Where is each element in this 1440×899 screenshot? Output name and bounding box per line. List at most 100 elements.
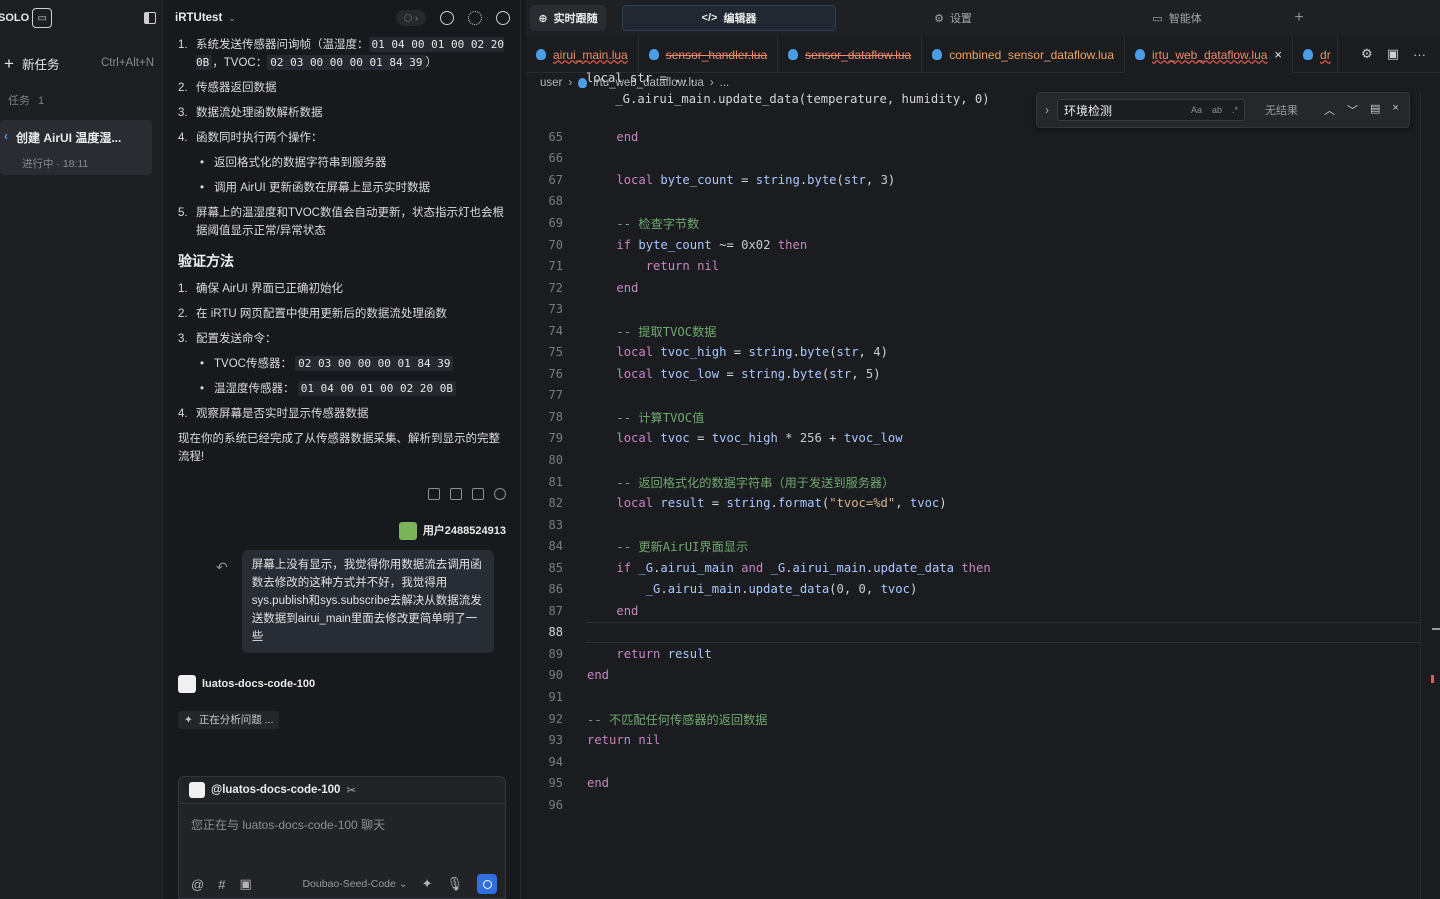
message-composer[interactable]: @luatos-docs-code-100 ✂ 您正在与 luatos-docs…	[178, 776, 506, 899]
code-line[interactable]: 79 local tvoc = tvoc_high * 256 + tvoc_l…	[526, 428, 903, 450]
history-icon[interactable]	[440, 11, 454, 25]
code-line[interactable]: 88	[526, 621, 1421, 644]
file-tab[interactable]: sensor_dataflow.lua	[778, 36, 923, 73]
code-line[interactable]: 66	[526, 148, 563, 170]
code-line[interactable]: 86 _G.airui_main.update_data(0, 0, tvoc)	[526, 578, 918, 600]
code-line[interactable]: 84 -- 更新AirUI界面显示	[526, 535, 749, 557]
flow-steps: 1. 系统发送传感器问询帧（温湿度： 01 04 00 01 00 02 20 0…	[178, 36, 506, 147]
code-text: _G.airui_main.update_data(0, 0, tvoc)	[645, 582, 918, 597]
chevron-down-icon[interactable]: ⌄	[228, 13, 236, 24]
code-line[interactable]: 81 -- 返回格式化的数据字符串（用于发送到服务器）	[526, 471, 895, 493]
send-button[interactable]	[477, 874, 497, 894]
magic-icon[interactable]: ✦	[422, 876, 433, 892]
copy-icon[interactable]	[472, 488, 484, 500]
retry-icon[interactable]	[494, 488, 506, 500]
code-line[interactable]: 74 -- 提取TVOC数据	[526, 320, 717, 342]
code-line[interactable]: 76 local tvoc_low = string.byte(str, 5)	[526, 363, 881, 385]
code-line[interactable]: 94	[526, 751, 563, 773]
scrollbar[interactable]	[1420, 93, 1440, 899]
code-line[interactable]: 73	[526, 298, 563, 320]
code-line[interactable]: 77	[526, 385, 563, 407]
add-tab-button[interactable]: +	[1284, 5, 1314, 31]
file-tab-active[interactable]: irtu_web_dataflow.lua ×	[1125, 36, 1294, 73]
more-icon[interactable]: ···	[1413, 47, 1426, 62]
code-line[interactable]: 71 return nil	[526, 255, 720, 277]
message-input[interactable]: 您正在与 luatos-docs-code-100 聊天	[179, 804, 505, 845]
file-tab[interactable]: airui_main.lua	[526, 36, 639, 73]
code-text: if byte_count ~= 0x02 then	[616, 237, 808, 252]
file-tab[interactable]: combined_sensor_dataflow.lua	[922, 36, 1125, 73]
code-text: end	[587, 668, 610, 683]
code-line[interactable]: 68	[526, 191, 563, 213]
editor-panel: ⊕ 实时跟随 </> 编辑器 ⚙ 设置 ▭ 智能体 + airui_main.lua s…	[526, 0, 1440, 899]
list-item: • 调用 AirUI 更新函数在屏幕上显示实时数据	[200, 182, 430, 194]
tools-icon: ✂	[346, 785, 357, 797]
arrow-up-icon[interactable]: ︿	[1324, 102, 1335, 118]
layout-icon[interactable]: ▣	[1387, 46, 1399, 62]
code-line[interactable]: 78 -- 计算TVOC值	[526, 406, 705, 428]
tab-editor[interactable]: </> 编辑器	[622, 5, 836, 31]
thumbs-up-icon[interactable]	[428, 488, 440, 500]
code-line[interactable]: 91	[526, 686, 563, 708]
project-name[interactable]: iRTUtest	[175, 12, 222, 24]
code-line[interactable]: 69 -- 检查字节数	[526, 212, 700, 234]
code-line[interactable]: 96	[526, 794, 563, 816]
code-text: local result = string.format("tvoc=%d", …	[616, 496, 947, 511]
hash-icon[interactable]: #	[218, 877, 225, 892]
code-line[interactable]: 70 if byte_count ~= 0x02 then	[526, 234, 808, 256]
code-line[interactable]: 72 end	[526, 277, 639, 299]
code-editor[interactable]: local str = ... _G.airui_main.update_dat…	[526, 71, 1440, 899]
line-number: 92	[548, 711, 563, 726]
chevron-right-icon[interactable]: ›	[1045, 103, 1049, 117]
sidebar-header: SOLO ▭	[0, 0, 162, 36]
code-line[interactable]: 80	[526, 449, 563, 471]
match-case-icon[interactable]: Aa	[1191, 105, 1202, 115]
code-line[interactable]: 93 return nil	[526, 729, 661, 751]
file-tab[interactable]: dr	[1293, 36, 1338, 73]
agent-mention[interactable]: @luatos-docs-code-100 ✂	[179, 777, 505, 804]
task-item[interactable]: ‹ 创建 AirUI 温度湿... 进行中 · 18:11	[0, 120, 152, 175]
arrow-down-icon[interactable]: ﹀	[1347, 102, 1358, 118]
close-icon[interactable]: ×	[1274, 47, 1282, 62]
tab-settings[interactable]: ⚙ 设置	[846, 5, 1060, 31]
account-icon[interactable]	[496, 11, 510, 25]
code-line[interactable]: 95 end	[526, 772, 609, 794]
inline-code: 02 03 00 00 00 01 84 39	[295, 356, 454, 371]
panel-toggle-icon[interactable]	[144, 12, 156, 24]
ai-icon[interactable]: ⚙	[1361, 46, 1373, 62]
code-line[interactable]: 90 end	[526, 665, 609, 687]
code-text: local tvoc = tvoc_high * 256 + tvoc_low	[616, 431, 903, 446]
undo-icon[interactable]: ↶	[216, 558, 228, 576]
line-number: 90	[548, 668, 563, 683]
find-in-selection-icon[interactable]: ▤	[1370, 102, 1380, 118]
tab-agent[interactable]: ▭ 智能体	[1070, 5, 1284, 31]
code-line[interactable]: 65 end	[526, 126, 639, 148]
code-line[interactable]: 89 return result	[526, 643, 712, 665]
agent-name: luatos-docs-code-100	[202, 678, 316, 690]
close-icon[interactable]: ×	[1392, 102, 1398, 118]
mic-icon[interactable]: 🎙	[446, 876, 463, 892]
image-icon[interactable]: ▣	[239, 876, 251, 892]
find-input[interactable]: 环境检测 Aa ab .*	[1057, 99, 1245, 121]
status-toggle[interactable]: ›	[396, 10, 426, 26]
thumbs-down-icon[interactable]	[450, 488, 462, 500]
code-line[interactable]: 83	[526, 514, 563, 536]
list-item: 4. 观察屏幕是否实时显示传感器数据	[178, 408, 369, 420]
tab-realtime[interactable]: ⊕ 实时跟随	[530, 5, 606, 31]
code-line[interactable]: 67 local byte_count = string.byte(str, 3…	[526, 169, 896, 191]
new-task-button[interactable]: + 新任务 Ctrl+Alt+N	[0, 48, 162, 78]
file-tab[interactable]: sensor_handler.lua	[639, 36, 779, 73]
model-selector[interactable]: Doubao-Seed-Code ⌄	[302, 878, 407, 890]
code-line[interactable]: 92 -- 不匹配任何传感器的返回数据	[526, 708, 768, 730]
code-line[interactable]: 87 end	[526, 600, 639, 622]
at-icon[interactable]: @	[191, 877, 204, 892]
file-tabs: airui_main.lua sensor_handler.lua sensor…	[526, 36, 1440, 73]
solo-mode-icon[interactable]: ▭	[32, 8, 53, 28]
code-line[interactable]: 75 local tvoc_high = string.byte(str, 4)	[526, 341, 888, 363]
whole-word-icon[interactable]: ab	[1212, 105, 1222, 115]
regex-icon[interactable]: .*	[1232, 105, 1238, 115]
gear-icon[interactable]	[468, 11, 482, 25]
list-item: 1. 系统发送传感器问询帧（温湿度： 01 04 00 01 00 02 20 0…	[178, 37, 504, 70]
code-line[interactable]: 82 local result = string.format("tvoc=%d…	[526, 492, 947, 514]
code-line[interactable]: 85 if _G.airui_main and _G.airui_main.up…	[526, 557, 991, 579]
